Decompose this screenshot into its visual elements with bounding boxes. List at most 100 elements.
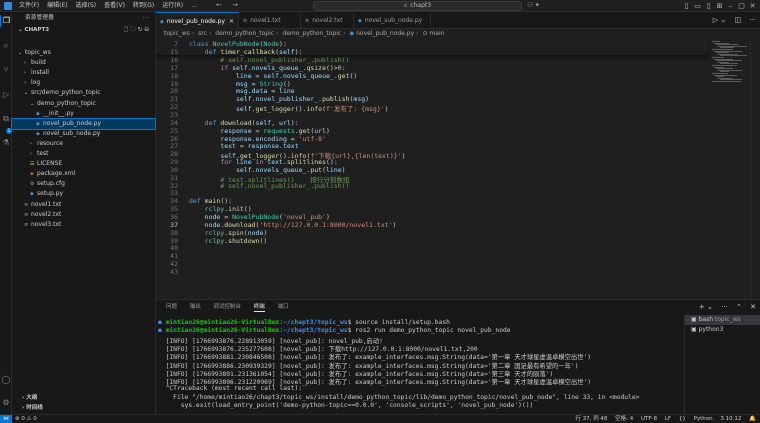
terminal-instance[interactable]: ▣ python3 [685, 325, 760, 335]
back-arrow-icon[interactable]: ← [216, 1, 222, 9]
breadcrumb-item[interactable]: novel_pub_node.py [356, 30, 414, 37]
run-debug-icon[interactable]: ▷ [0, 89, 12, 101]
menu-more[interactable]: … [187, 0, 201, 12]
sticky-scroll[interactable]: 7 class NovelPubNode(Node): 15 def timer_c… [156, 39, 708, 56]
toggle-primary-sidebar-icon[interactable]: ▯ [681, 2, 692, 10]
line-number: 39 [170, 236, 178, 245]
more-actions-icon[interactable]: ··· [143, 12, 149, 25]
menu-run[interactable]: 运行(R) [158, 0, 187, 12]
code-line: def download(self, url): [204, 118, 299, 127]
menu-file[interactable]: 文件(F) [15, 0, 43, 12]
minimap[interactable] [708, 39, 748, 299]
command-center-search[interactable]: ⌕ chapt3 [313, 1, 522, 11]
breadcrumb-item[interactable]: demo_python_topic [282, 30, 341, 37]
breadcrumb-item[interactable]: src [198, 30, 207, 37]
tree-folder[interactable]: › build [12, 58, 155, 68]
python-version[interactable]: 3.10.12 [720, 416, 741, 422]
outline-section[interactable]: › 大纲 [12, 393, 155, 403]
more-actions-icon[interactable]: ··· [721, 303, 728, 311]
tab-novel1[interactable]: ≡ novel1.txt [239, 12, 301, 29]
customize-layout-icon[interactable]: ⊞ [714, 2, 725, 10]
breadcrumb-item[interactable]: topic_ws [164, 30, 190, 37]
tree-file[interactable]: ◆ __init__.py [12, 109, 155, 119]
new-terminal-icon[interactable]: + ⌄ [699, 303, 713, 311]
panel-tab-ports[interactable]: 端口 [278, 304, 289, 310]
tree-folder[interactable]: ⌄ src/demo_python_topic [12, 88, 155, 98]
menu-selection[interactable]: 选择(S) [72, 0, 101, 12]
more-actions-icon[interactable]: ··· [749, 16, 756, 24]
split-editor-icon[interactable]: ◫ [734, 16, 741, 24]
forward-arrow-icon[interactable]: → [232, 1, 238, 9]
new-folder-icon[interactable]: 🗀 [130, 27, 138, 33]
panel-tab-output[interactable]: 输出 [190, 304, 201, 310]
line-number: 23 [170, 110, 178, 119]
tree-file[interactable]: ≡ novel2.txt [12, 210, 155, 220]
encoding[interactable]: UTF-8 [641, 416, 657, 422]
end-of-line[interactable]: LF [665, 416, 671, 422]
tree-folder[interactable]: › install [12, 68, 155, 78]
tree-folder[interactable]: › resource [12, 139, 155, 149]
close-panel-icon[interactable]: ✕ [750, 303, 756, 311]
toggle-secondary-sidebar-icon[interactable]: ▯ [703, 2, 714, 10]
language-mode[interactable]: {} Python [679, 416, 713, 422]
menu-view[interactable]: 查看(V) [100, 0, 129, 12]
copilot-icon[interactable]: ⚇ ▾ [527, 1, 539, 9]
tab-novel-sub-node[interactable]: ◆ novel_sub_node.py [354, 12, 431, 29]
indentation[interactable]: 空格: 4 [615, 416, 633, 422]
terminal-instance[interactable]: ▣ bash topic_ws [685, 315, 760, 325]
collapse-all-icon[interactable]: ⊟ [144, 27, 151, 33]
panel-tab-problems[interactable]: 问题 [166, 304, 177, 310]
code-editor[interactable]: 16 # self.novel_publisher_.publish() 17 i… [156, 39, 760, 299]
close-icon[interactable]: ✕ [747, 2, 758, 10]
code-line: rclpy.shutdown() [204, 236, 268, 245]
source-control-icon[interactable]: ⑂ [0, 64, 12, 76]
tree-folder[interactable]: › test [12, 149, 155, 159]
breadcrumb-item[interactable]: main [429, 30, 444, 37]
problems-status[interactable]: ⊗ 0 ⚠ 0 [15, 416, 37, 422]
tree-file[interactable]: ≡ novel1.txt [12, 200, 155, 210]
tree-folder[interactable]: ⌄ topic_ws [12, 48, 155, 58]
search-icon[interactable]: ⌕ [0, 40, 12, 52]
notifications-icon[interactable]: 🔔 [749, 416, 756, 422]
cursor-position[interactable]: 行 37, 列 48 [575, 416, 607, 422]
tree-file[interactable]: ◆ setup.py [12, 189, 155, 199]
accounts-icon[interactable]: ◯ [0, 374, 12, 386]
panel-tab-terminal[interactable]: 终端 [253, 304, 265, 312]
panel-tab-debug-console[interactable]: 调试控制台 [214, 304, 242, 310]
tree-file[interactable]: ◆ novel_pub_node.py [11, 117, 156, 130]
tree-file[interactable]: ≡ novel3.txt [12, 220, 155, 230]
maximize-panel-icon[interactable]: ⌃ [736, 303, 742, 311]
tree-file[interactable]: ⚙ setup.cfg [12, 179, 155, 189]
tree-file[interactable]: ◈ package.xml [12, 169, 155, 179]
tree-file[interactable]: ☰ LICENSE [12, 159, 155, 169]
tree-item-label: setup.cfg [37, 180, 65, 188]
menu-edit[interactable]: 编辑(E) [43, 0, 71, 12]
maximize-icon[interactable]: □ [736, 2, 747, 10]
remote-explorer-icon[interactable]: ⧉ [0, 113, 12, 125]
tree-folder[interactable]: › log [12, 78, 155, 88]
breadcrumb-item[interactable]: demo_python_topic [215, 30, 274, 37]
manage-icon[interactable]: ⚙ [0, 397, 12, 409]
code-line: def main(): [189, 197, 233, 206]
tree-file[interactable]: ◆ novel_sub_node.py [12, 129, 155, 139]
tree-folder[interactable]: ⌄ demo_python_topic [12, 99, 155, 109]
chevron-right-icon: › [24, 70, 26, 77]
toggle-panel-icon[interactable]: ▭ [692, 2, 703, 10]
menu-bar: 文件(F) 编辑(E) 选择(S) 查看(V) 转到(G) 运行(R) … [0, 0, 201, 12]
terminal-output[interactable]: ● mintiao26@mintiao26-VirtualBox:~/chapt… [158, 319, 678, 415]
tab-novel2[interactable]: ≡ novel2.txt [301, 12, 354, 29]
line-number: 31 [170, 173, 178, 182]
explorer-icon[interactable]: ❐ [0, 15, 12, 27]
close-tab-icon[interactable]: ✕ [229, 13, 234, 30]
timeline-section[interactable]: › 时间线 [12, 403, 155, 413]
title-bar: 文件(F) 编辑(E) 选择(S) 查看(V) 转到(G) 运行(R) … ← … [0, 0, 760, 12]
tab-novel-pub-node[interactable]: ◆ novel_pub_node.py ✕ [156, 12, 239, 29]
remote-indicator-icon[interactable]: ⋈ [0, 415, 12, 423]
line-number: 24 [170, 118, 178, 127]
minimize-icon[interactable]: – [725, 2, 736, 10]
editor-scrollbar[interactable] [750, 39, 758, 299]
menu-go[interactable]: 转到(G) [129, 0, 158, 12]
run-python-file-icon[interactable]: ▷ ⌄ [713, 16, 726, 24]
testing-icon[interactable]: ⚗ [0, 137, 12, 149]
project-header[interactable]: ⌄ CHAPT3 🗋🗀↻⊟ [12, 25, 155, 35]
